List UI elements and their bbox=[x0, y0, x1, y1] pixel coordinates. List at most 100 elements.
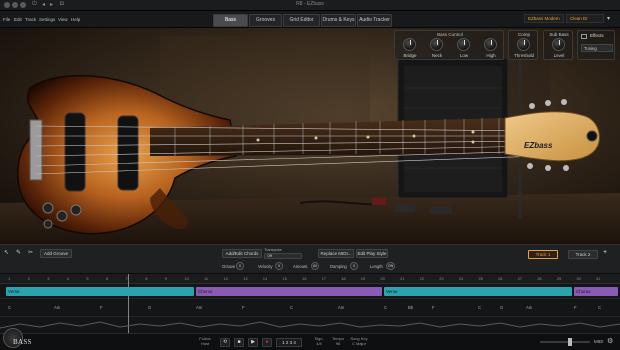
section-block[interactable]: Verse bbox=[6, 287, 194, 296]
ruler-tick: 14 bbox=[262, 276, 268, 281]
chord-label[interactable]: C bbox=[598, 305, 601, 310]
tab-audio-tracker[interactable]: Audio Tracker bbox=[357, 14, 392, 27]
octave-label: Octave bbox=[222, 264, 236, 269]
arrangement-lanes[interactable]: Verse Chorus Verse Chorus C Am F G Am F C Am C Bb F C G A… bbox=[0, 274, 620, 333]
damping-value: 0 bbox=[353, 264, 355, 268]
song-key[interactable]: Song Key C Major bbox=[348, 336, 370, 346]
section-block[interactable]: Chorus bbox=[574, 287, 618, 296]
menu-track[interactable]: Track bbox=[25, 17, 36, 22]
chord-label[interactable]: C bbox=[478, 305, 481, 310]
settings-icon[interactable]: ▾ bbox=[607, 15, 610, 22]
high-label: High bbox=[486, 53, 496, 58]
chord-label[interactable]: F bbox=[100, 305, 103, 310]
edit-play-style-button[interactable]: Edit Play Style bbox=[356, 249, 388, 258]
tab-grid-editor[interactable]: Grid Editor bbox=[283, 14, 320, 27]
bass-control-panel: Bass Control Bridge Neck Low High bbox=[394, 30, 504, 60]
chord-label[interactable]: C bbox=[290, 305, 293, 310]
loop-button[interactable]: ⟲ bbox=[220, 338, 230, 347]
replace-midi-button[interactable]: Replace MIDI... bbox=[318, 249, 354, 258]
volume-slider-handle[interactable] bbox=[568, 338, 572, 346]
neck-label: Neck bbox=[431, 53, 443, 58]
comp-title: Comp bbox=[517, 32, 530, 37]
amount-value: 60 bbox=[313, 264, 317, 268]
record-button[interactable]: ● bbox=[262, 338, 272, 347]
tempo[interactable]: Tempo 96 bbox=[330, 336, 346, 346]
effects-panel: Effects Tuning bbox=[577, 30, 615, 60]
select-tool-icon[interactable]: ↖ bbox=[4, 249, 9, 256]
transpose-dropdown[interactable]: Off bbox=[264, 253, 302, 259]
transport-bar: BASS Follow Host ⟲ ■ ▶ ● 1 2 3 4 Sign. 4… bbox=[0, 328, 620, 350]
bridge-knob[interactable] bbox=[403, 38, 416, 51]
bass-model-dropdown[interactable]: EZbass Modern bbox=[524, 14, 564, 23]
menu-view[interactable]: View bbox=[58, 17, 68, 22]
add-track-button[interactable]: + bbox=[603, 249, 607, 256]
follow-host-label: Follow Host bbox=[199, 336, 211, 346]
chord-label[interactable]: F bbox=[432, 305, 435, 310]
chord-label[interactable]: F bbox=[574, 305, 577, 310]
add-groove-button[interactable]: Add Groove bbox=[40, 249, 72, 258]
ruler-tick: 17 bbox=[321, 276, 327, 281]
effects-toggle[interactable] bbox=[581, 34, 587, 39]
ruler-tick: 3 bbox=[47, 276, 50, 281]
time-signature[interactable]: Sign. 4/4 bbox=[312, 336, 326, 346]
tab-bass[interactable]: Bass bbox=[213, 14, 248, 27]
high-knob[interactable] bbox=[484, 38, 497, 51]
scissors-tool-icon[interactable]: ✂ bbox=[28, 249, 33, 256]
effects-label: Effects bbox=[590, 33, 604, 38]
ruler-tick: 16 bbox=[302, 276, 307, 281]
amount-knob[interactable]: 60 bbox=[311, 262, 319, 270]
chord-label[interactable]: Am bbox=[338, 305, 344, 310]
length-toggle[interactable]: ON bbox=[386, 262, 395, 270]
settings-gear-icon[interactable]: ⚙ bbox=[607, 337, 613, 345]
chord-label[interactable]: C bbox=[8, 305, 11, 310]
comp-panel: Comp Threshold bbox=[508, 30, 538, 60]
track-1-tab[interactable]: Track 1 bbox=[528, 250, 558, 259]
tab-grooves[interactable]: Grooves bbox=[249, 14, 282, 27]
length-value: ON bbox=[387, 264, 394, 268]
low-knob[interactable] bbox=[457, 38, 470, 51]
chord-label[interactable]: Am bbox=[526, 305, 532, 310]
menu-settings[interactable]: Settings bbox=[39, 17, 55, 22]
neck-knob[interactable] bbox=[430, 38, 443, 51]
chord-label[interactable]: Am bbox=[54, 305, 60, 310]
pencil-tool-icon[interactable]: ✎ bbox=[16, 249, 21, 256]
tuning-label: Tuning bbox=[584, 46, 597, 51]
ruler-tick: 18 bbox=[341, 276, 346, 281]
ruler-tick: 29 bbox=[556, 276, 562, 281]
low-label: Low bbox=[459, 53, 469, 58]
follow-host-toggle[interactable]: Follow Host bbox=[198, 336, 212, 346]
octave-knob[interactable]: 0 bbox=[236, 262, 244, 270]
chord-label[interactable]: Am bbox=[196, 305, 202, 310]
sub-bass-level-knob[interactable] bbox=[552, 38, 565, 51]
section-block[interactable]: Chorus bbox=[196, 287, 382, 296]
section-block[interactable]: Verse bbox=[384, 287, 572, 296]
menu-help[interactable]: Help bbox=[71, 17, 80, 22]
track-2-label: Track 2 bbox=[575, 252, 591, 257]
menu-edit[interactable]: Edit bbox=[14, 17, 22, 22]
chord-label[interactable]: Bb bbox=[408, 305, 413, 310]
menu-file[interactable]: File bbox=[3, 17, 10, 22]
velocity-knob[interactable]: 0 bbox=[275, 262, 283, 270]
track-2-tab[interactable]: Track 2 bbox=[568, 250, 598, 259]
play-button[interactable]: ▶ bbox=[248, 338, 258, 347]
threshold-knob[interactable] bbox=[517, 38, 530, 51]
ruler-tick: 20 bbox=[380, 276, 385, 281]
timeline-ruler[interactable]: 1 2 3 4 5 6 7 8 9 10 11 12 13 14 15 16 17 18 19 20 21 22 23 24 2… bbox=[0, 274, 620, 284]
bass-control-title: Bass Control bbox=[437, 32, 463, 37]
add-edit-chords-button[interactable]: Add/Edit Chords bbox=[222, 249, 262, 258]
chord-label[interactable]: G bbox=[500, 305, 503, 310]
preset-dropdown[interactable]: Clean DI bbox=[566, 14, 604, 23]
damping-knob[interactable]: 0 bbox=[350, 262, 358, 270]
chord-label[interactable]: F bbox=[242, 305, 245, 310]
groove-toolbar: ↖ ✎ ✂ Add Groove Add/Edit Chords Transpo… bbox=[0, 244, 620, 274]
tuning-dropdown[interactable]: Tuning bbox=[581, 44, 613, 52]
chord-label[interactable]: C bbox=[384, 305, 387, 310]
stop-button[interactable]: ■ bbox=[234, 338, 244, 347]
chord-label[interactable]: G bbox=[148, 305, 151, 310]
tempo-value: 96 bbox=[335, 341, 341, 346]
ruler-tick: 8 bbox=[145, 276, 148, 281]
sub-bass-title: Sub Bass bbox=[549, 32, 569, 37]
tab-drums-keys[interactable]: Drums & Keys bbox=[321, 14, 356, 27]
volume-slider[interactable] bbox=[540, 341, 590, 343]
length-label: Length bbox=[370, 264, 383, 269]
